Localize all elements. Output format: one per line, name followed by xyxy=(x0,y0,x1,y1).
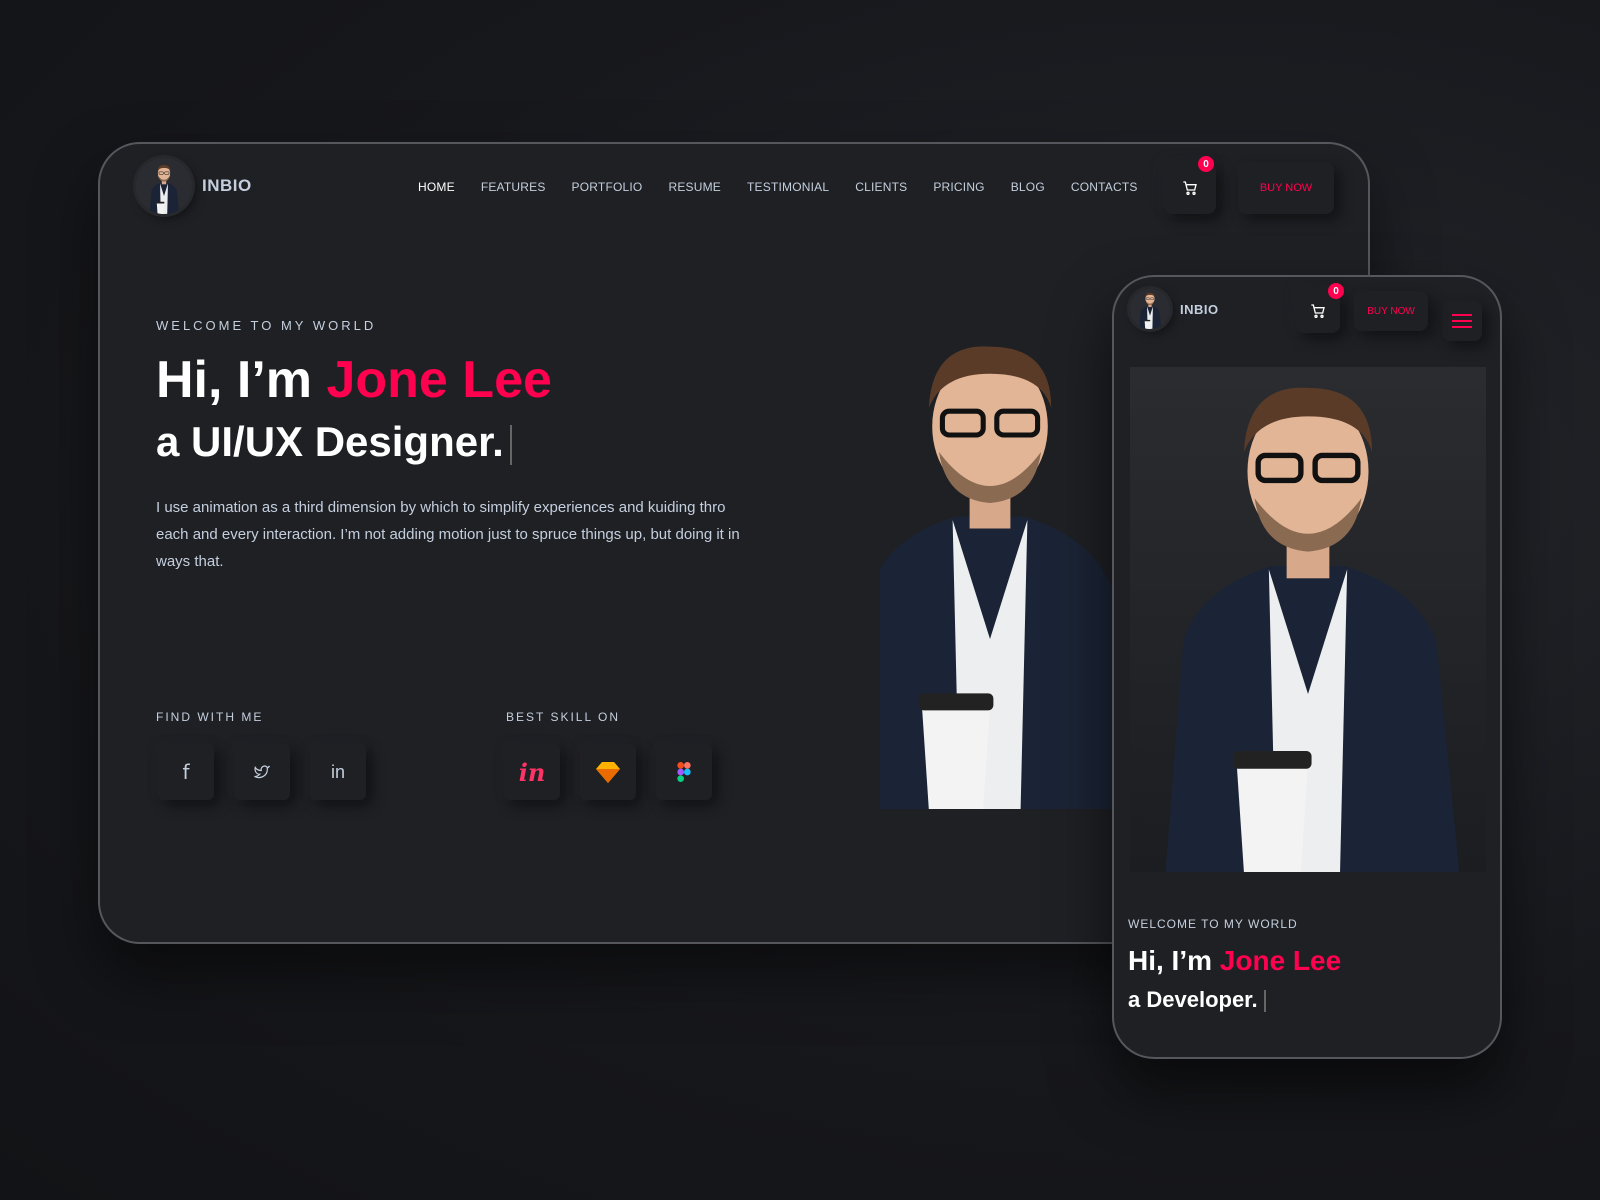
figma-button[interactable] xyxy=(656,744,712,800)
menu-icon xyxy=(1452,314,1472,316)
linkedin-icon: in xyxy=(330,761,345,782)
hero-subtitle: WELCOME TO MY WORLD xyxy=(156,318,377,333)
role-text: Developer. xyxy=(1146,987,1258,1012)
mobile-cart-count-badge: 0 xyxy=(1328,283,1344,299)
sketch-button[interactable] xyxy=(580,744,636,800)
mobile-preview: INBIO 0 BUY NOW WELCOME TO MY WORLD Hi, … xyxy=(1112,275,1502,1059)
greeting: Hi, I’m xyxy=(1128,945,1220,976)
nav-pricing[interactable]: PRICING xyxy=(933,180,984,194)
skill-icons: in xyxy=(504,744,712,800)
main-nav: HOME FEATURES PORTFOLIO RESUME TESTIMONI… xyxy=(418,180,1138,194)
nav-testimonial[interactable]: TESTIMONIAL xyxy=(747,180,829,194)
nav-blog[interactable]: BLOG xyxy=(1011,180,1045,194)
mobile-cart-button[interactable]: 0 xyxy=(1296,283,1344,333)
facebook-button[interactable]: f xyxy=(158,744,214,800)
mobile-logo[interactable]: INBIO xyxy=(1130,289,1219,329)
typing-cursor xyxy=(509,424,512,465)
sketch-icon xyxy=(596,762,620,783)
hero-description: I use animation as a third dimension by … xyxy=(156,499,740,570)
nav-clients[interactable]: CLIENTS xyxy=(855,180,907,194)
linkedin-button[interactable]: in xyxy=(310,744,366,800)
twitter-icon xyxy=(254,765,271,779)
cart-icon xyxy=(1311,304,1325,318)
role-prefix: a xyxy=(1128,987,1147,1012)
nav-resume[interactable]: RESUME xyxy=(668,180,721,194)
mobile-hero-role: a Developer. xyxy=(1128,987,1266,1013)
hamburger-menu-button[interactable] xyxy=(1442,301,1482,341)
mobile-hero-photo xyxy=(1130,367,1486,872)
hero-title: Hi, I’m Jone Lee xyxy=(156,350,552,410)
hero-name: Jone Lee xyxy=(326,351,552,409)
social-icons: f in xyxy=(158,744,366,800)
best-skill-label: BEST SKILL ON xyxy=(506,710,621,724)
facebook-icon: f xyxy=(182,760,190,784)
mobile-brand-name: INBIO xyxy=(1180,301,1219,317)
find-with-me-label: FIND WITH ME xyxy=(156,710,264,724)
cart-icon xyxy=(1183,181,1197,195)
invision-button[interactable]: in xyxy=(504,744,560,800)
logo[interactable]: INBIO xyxy=(136,158,252,214)
brand-name: INBIO xyxy=(202,176,252,195)
cart-button[interactable]: 0 xyxy=(1164,156,1216,214)
nav-features[interactable]: FEATURES xyxy=(481,180,546,194)
buy-now-button[interactable]: BUY NOW xyxy=(1238,162,1334,214)
typing-cursor xyxy=(1263,990,1266,1013)
greeting: Hi, I’m xyxy=(156,351,327,409)
role-text: a UI/UX Designer. xyxy=(156,418,504,465)
mobile-hero-title: Hi, I’m Jone Lee xyxy=(1128,945,1341,977)
cart-count-badge: 0 xyxy=(1198,156,1214,172)
avatar xyxy=(136,158,192,214)
figma-icon xyxy=(677,762,691,782)
mobile-hero-subtitle: WELCOME TO MY WORLD xyxy=(1128,917,1298,931)
nav-portfolio[interactable]: PORTFOLIO xyxy=(572,180,643,194)
hero-role: a UI/UX Designer. xyxy=(156,418,512,466)
nav-contacts[interactable]: CONTACTS xyxy=(1071,180,1138,194)
mobile-buy-now-button[interactable]: BUY NOW xyxy=(1354,291,1428,331)
invision-icon: in xyxy=(518,757,546,787)
mobile-avatar xyxy=(1130,289,1170,329)
nav-home[interactable]: HOME xyxy=(418,180,455,194)
hero-name: Jone Lee xyxy=(1219,945,1342,976)
twitter-button[interactable] xyxy=(234,744,290,800)
